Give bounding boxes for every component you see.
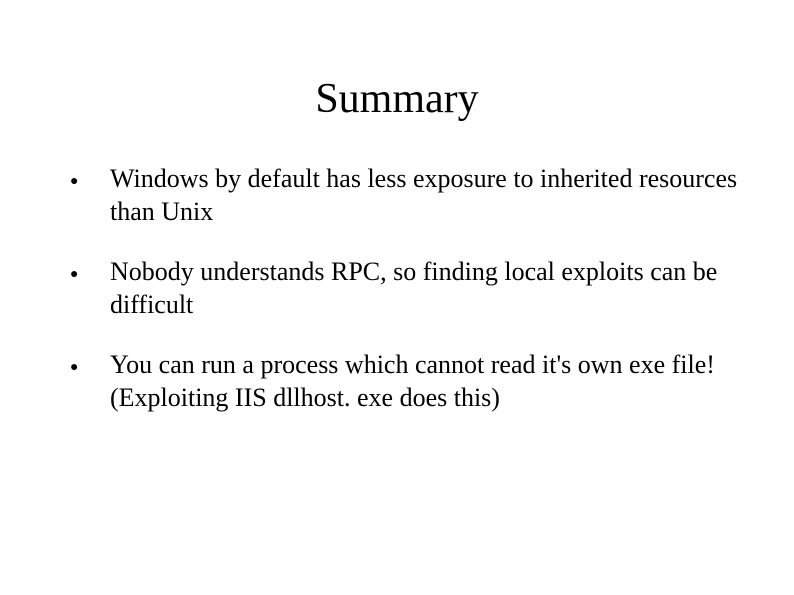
list-item: ● You can run a process which cannot rea… <box>70 349 744 414</box>
bullet-icon: ● <box>70 359 78 377</box>
bullet-icon: ● <box>70 266 78 284</box>
bullet-text: You can run a process which cannot read … <box>110 350 715 412</box>
bullet-text: Windows by default has less exposure to … <box>110 164 737 226</box>
list-item: ● Windows by default has less exposure t… <box>70 163 744 228</box>
bullet-list: ● Windows by default has less exposure t… <box>50 163 744 414</box>
slide-title: Summary <box>50 75 744 123</box>
bullet-text: Nobody understands RPC, so finding local… <box>110 257 717 319</box>
list-item: ● Nobody understands RPC, so finding loc… <box>70 256 744 321</box>
bullet-icon: ● <box>70 173 78 191</box>
